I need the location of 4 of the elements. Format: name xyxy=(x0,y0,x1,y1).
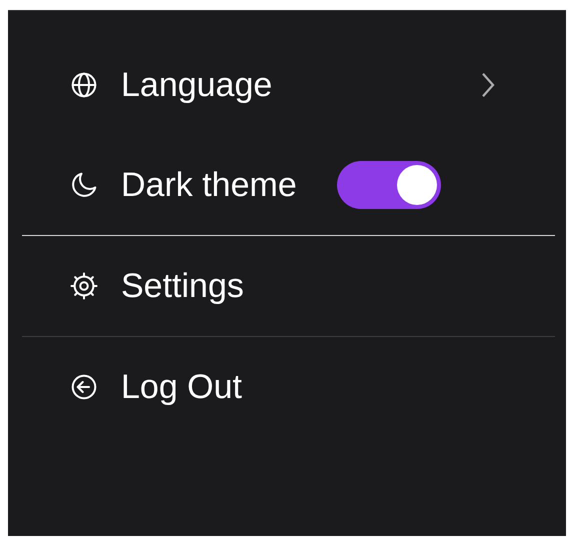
menu-item[interactable]: Settings xyxy=(25,255,552,317)
menu-item[interactable]: Dark theme xyxy=(25,154,552,216)
menu-item[interactable]: Language xyxy=(25,54,552,116)
menu-item[interactable]: Log Out xyxy=(25,356,552,418)
